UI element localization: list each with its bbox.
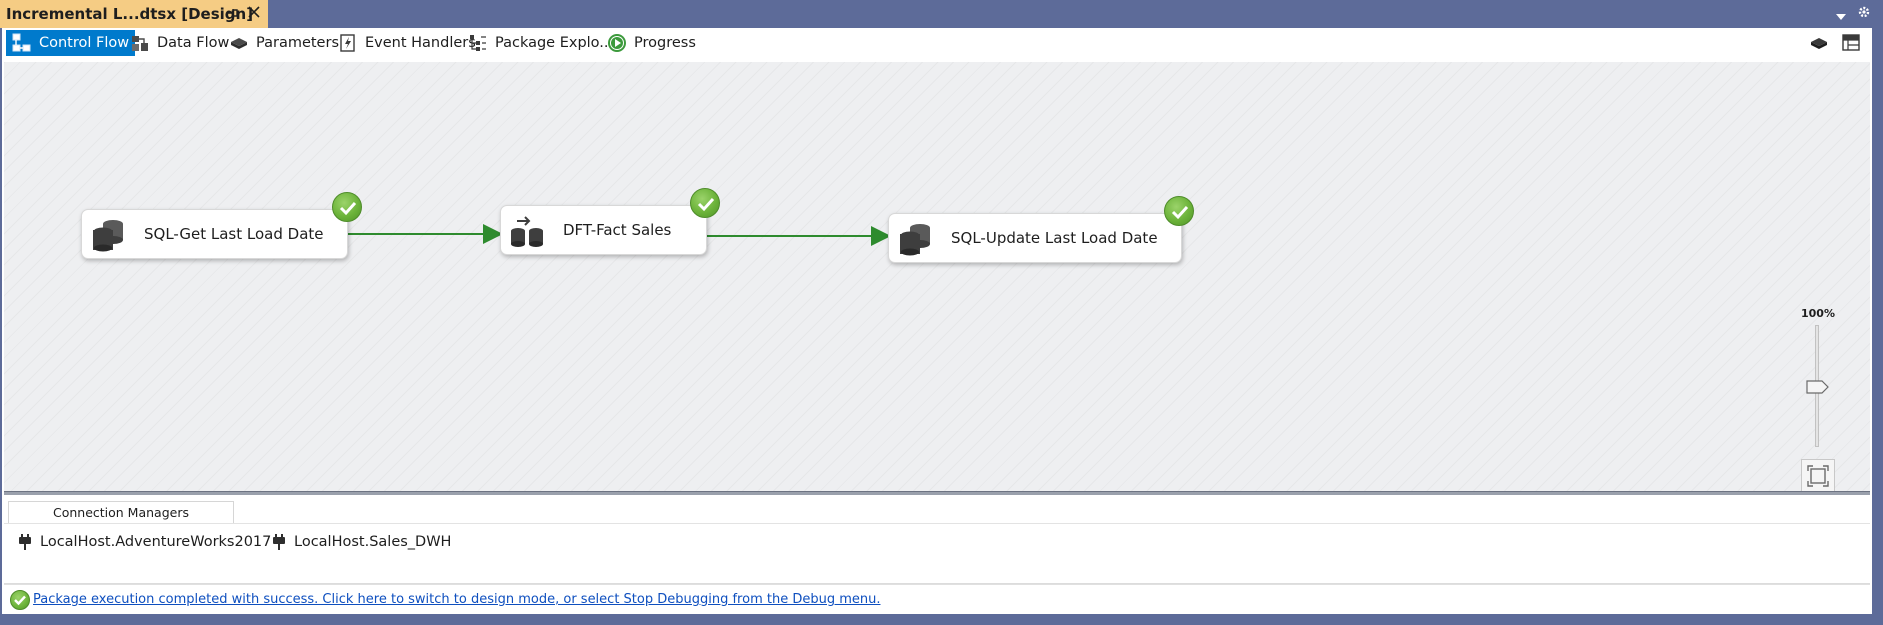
tab-progress[interactable]: Progress [601, 30, 702, 56]
divider [4, 523, 1870, 524]
ssis-toolbox-icon[interactable] [1840, 32, 1862, 54]
control-flow-canvas[interactable]: SQL-Get Last Load Date DFT-Fact Sales SQ… [4, 62, 1870, 493]
connection-plug-icon [18, 533, 32, 551]
task-label: DFT-Fact Sales [563, 221, 672, 239]
document-tab-title: Incremental L...dtsx [Design] [6, 5, 254, 23]
progress-play-icon [607, 33, 627, 53]
parameters-icon [229, 33, 249, 53]
document-tab[interactable]: Incremental L...dtsx [Design] [0, 0, 268, 28]
designer-window: Incremental L...dtsx [Design] Control Fl… [0, 0, 1883, 625]
pin-icon[interactable] [224, 6, 240, 22]
task-dft-fact-sales[interactable]: DFT-Fact Sales [500, 205, 707, 255]
tab-label: Package Explo... [495, 35, 614, 51]
tab-package-explorer[interactable]: Package Explo... [462, 30, 619, 56]
designer-tab-bar: Control Flow Data Flow Parameters Event … [2, 28, 1872, 60]
variables-icon[interactable] [1808, 32, 1830, 54]
task-sql-get-last-load-date[interactable]: SQL-Get Last Load Date [81, 209, 348, 259]
tab-label: Data Flow [157, 35, 230, 51]
control-flow-icon [12, 33, 32, 53]
connection-manager-label: LocalHost.AdventureWorks2017 [40, 534, 272, 550]
success-check-icon [332, 192, 362, 222]
data-flow-task-icon [509, 214, 547, 248]
data-flow-icon [130, 33, 150, 53]
package-explorer-icon [468, 33, 488, 53]
success-check-icon [690, 188, 720, 218]
package-designer: Control Flow Data Flow Parameters Event … [2, 28, 1872, 614]
tab-label: Event Handlers [365, 35, 476, 51]
event-handlers-icon [338, 33, 358, 53]
close-icon[interactable] [245, 5, 263, 23]
tab-control-flow[interactable]: Control Flow [6, 30, 136, 56]
gear-icon[interactable] [1856, 5, 1872, 21]
task-sql-update-last-load-date[interactable]: SQL-Update Last Load Date [888, 213, 1182, 263]
tab-label: Control Flow [39, 35, 130, 51]
tab-label: Parameters [256, 35, 339, 51]
zoom-level: 100% [1801, 307, 1835, 320]
task-label: SQL-Update Last Load Date [951, 229, 1158, 247]
connection-manager-adventureworks[interactable]: LocalHost.AdventureWorks2017 [18, 533, 271, 551]
precedence-constraints [346, 224, 891, 246]
zoom-slider-thumb[interactable] [1806, 379, 1830, 394]
task-label: SQL-Get Last Load Date [144, 225, 324, 243]
switch-to-design-mode-link[interactable]: Package execution completed with success… [33, 592, 880, 607]
connection-plug-icon [272, 533, 286, 551]
connection-managers-panel: Connection Managers LocalHost.AdventureW… [4, 495, 1870, 584]
tab-label: Progress [634, 35, 696, 51]
designer-toolbar-right [1808, 32, 1862, 54]
success-check-icon [10, 589, 30, 610]
connection-manager-label: LocalHost.Sales_DWH [294, 534, 452, 550]
execute-sql-task-icon [90, 218, 128, 252]
tab-event-handlers[interactable]: Event Handlers [332, 30, 482, 56]
connection-manager-sales-dwh[interactable]: LocalHost.Sales_DWH [272, 533, 451, 551]
connection-managers-tab[interactable]: Connection Managers [8, 501, 234, 523]
chevron-down-icon[interactable] [1834, 8, 1848, 20]
success-check-icon [1164, 196, 1194, 226]
execute-sql-task-icon [897, 222, 935, 256]
window-edge [1872, 28, 1883, 625]
execution-status-bar: Package execution completed with success… [4, 584, 1870, 614]
document-tab-strip: Incremental L...dtsx [Design] [0, 0, 1883, 28]
tab-data-flow[interactable]: Data Flow [124, 30, 235, 56]
tab-parameters[interactable]: Parameters [223, 30, 345, 56]
zoom-to-fit-button[interactable] [1801, 459, 1835, 493]
